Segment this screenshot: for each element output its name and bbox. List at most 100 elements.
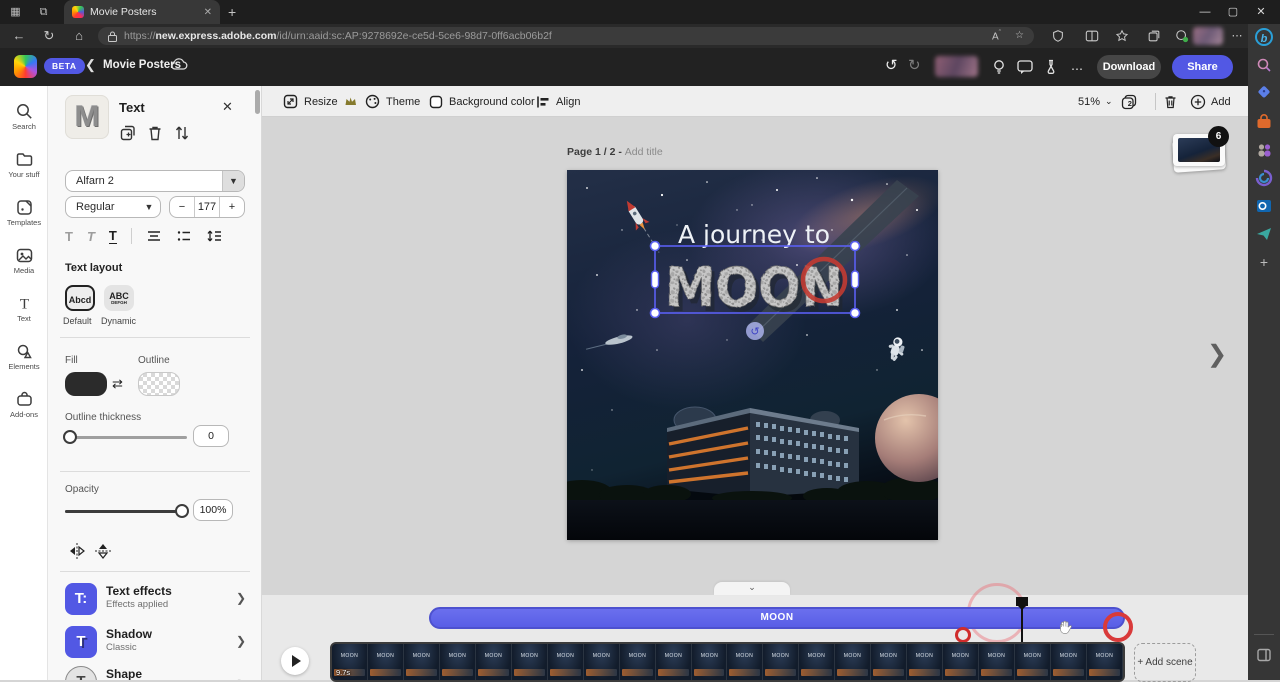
background-color-button[interactable]: Background color [429, 86, 535, 117]
film-frame[interactable]: MOON [943, 644, 979, 680]
flip-horizontal-icon[interactable] [68, 542, 86, 560]
download-button[interactable]: Download [1097, 55, 1161, 79]
selection-handle-w[interactable] [652, 271, 659, 288]
opacity-slider[interactable] [65, 510, 187, 513]
shield-icon[interactable] [1050, 29, 1066, 43]
favorite-star-icon[interactable]: ☆ [1015, 30, 1024, 42]
next-page-button[interactable]: ❯ [1207, 340, 1227, 369]
film-frame[interactable]: MOON [763, 644, 799, 680]
outline-thickness-value[interactable]: 0 [193, 425, 229, 447]
font-size-value[interactable]: 177 [194, 197, 220, 217]
font-family-select[interactable]: Alfarn 2 ▼ [65, 170, 245, 192]
new-tab-button[interactable]: + [228, 4, 236, 20]
selection-handle-ne[interactable] [851, 242, 860, 251]
share-button[interactable]: Share [1172, 55, 1233, 79]
sidebar-item-text[interactable]: T Text [0, 292, 48, 336]
timeline-collapse-button[interactable]: ⌄ [714, 582, 790, 595]
shape-row[interactable]: T Shape ❯ [58, 664, 252, 680]
tab-close-icon[interactable]: ✕ [204, 7, 212, 18]
refresh-icon[interactable]: ↻ [40, 28, 58, 44]
poster-moon-text[interactable]: MOON [665, 256, 843, 319]
align-button[interactable]: Align [536, 86, 580, 117]
swap-fill-outline-icon[interactable]: ⇄ [112, 376, 123, 392]
shadow-row[interactable]: T Shadow Classic ❯ [58, 624, 252, 664]
comment-icon[interactable] [1016, 58, 1034, 76]
window-maximize-button[interactable]: ▢ [1220, 4, 1246, 20]
games-icon[interactable] [1255, 113, 1273, 131]
film-frame[interactable]: MOON [1015, 644, 1051, 680]
tab-actions-icon[interactable]: ⧉ [36, 5, 51, 19]
selection-handle-e[interactable] [852, 271, 859, 288]
sidebar-add-icon[interactable]: + [1255, 253, 1273, 271]
sidebar-item-media[interactable]: Media [0, 244, 48, 288]
bing-icon[interactable]: b [1255, 28, 1273, 46]
people-icon[interactable] [1255, 141, 1273, 159]
selection-handle-se[interactable] [851, 309, 860, 318]
film-frame[interactable]: MOON [727, 644, 763, 680]
layer-order-icon[interactable] [173, 124, 191, 142]
panel-scrollbar[interactable] [255, 90, 260, 114]
window-minimize-button[interactable]: — [1192, 4, 1218, 20]
text-align-button[interactable] [146, 229, 162, 243]
font-size-decrease[interactable]: − [170, 197, 194, 217]
film-frame[interactable]: MOON [907, 644, 943, 680]
poster-subtitle-text[interactable]: A journey to [678, 220, 830, 249]
film-frame[interactable]: MOON [548, 644, 584, 680]
back-to-home-icon[interactable]: ❮ [85, 57, 96, 73]
line-spacing-button[interactable] [206, 229, 222, 243]
film-frame[interactable]: MOON [476, 644, 512, 680]
film-frame[interactable]: MOON [979, 644, 1015, 680]
redo-icon[interactable]: ↻ [908, 57, 921, 75]
film-frame[interactable]: MOON [512, 644, 548, 680]
favorites-bar-icon[interactable] [1114, 29, 1130, 43]
pages-button[interactable]: 2 [1120, 86, 1138, 117]
film-frame[interactable]: MOON [1087, 644, 1123, 680]
window-close-button[interactable]: ✕ [1248, 4, 1274, 20]
sidebar-item-search[interactable]: Search [0, 100, 48, 144]
italic-button[interactable]: T [87, 229, 95, 244]
film-frame[interactable]: MOON [440, 644, 476, 680]
pages-stack-widget[interactable]: 6 [1167, 126, 1229, 174]
outlook-icon[interactable] [1255, 197, 1273, 215]
outline-color-swatch[interactable] [138, 372, 180, 396]
underline-button[interactable]: T [109, 228, 117, 244]
browser-tab[interactable]: Movie Posters ✕ [64, 0, 220, 24]
lightbulb-icon[interactable] [990, 58, 1008, 76]
sidebar-settings-icon[interactable] [1255, 646, 1273, 664]
delete-page-button[interactable] [1163, 86, 1178, 117]
beaker-icon[interactable] [1042, 58, 1060, 76]
filmstrip[interactable]: MOON 9.7s MOON MOON MOON MOON M [330, 642, 1125, 682]
sidebar-item-your-stuff[interactable]: Your stuff [0, 148, 48, 192]
sidebar-search-icon[interactable] [1255, 56, 1273, 74]
film-frame[interactable]: MOON [368, 644, 404, 680]
profile-avatar[interactable] [1193, 27, 1223, 45]
film-frame[interactable]: MOON [799, 644, 835, 680]
font-weight-select[interactable]: Regular ▼ [65, 196, 161, 218]
designer-icon[interactable] [1255, 169, 1273, 187]
url-field[interactable]: https://new.express.adobe.com/id/urn:aai… [98, 27, 1034, 45]
back-icon[interactable]: ← [10, 28, 28, 44]
fill-color-swatch[interactable] [65, 372, 107, 396]
film-frame[interactable]: MOON [1051, 644, 1087, 680]
opacity-value[interactable]: 100% [193, 499, 233, 521]
playhead-handle[interactable] [1016, 597, 1028, 606]
browser-essentials-icon[interactable] [1174, 29, 1190, 43]
adobe-express-logo[interactable] [14, 55, 37, 78]
sidebar-item-templates[interactable]: Templates [0, 196, 48, 240]
film-frame[interactable]: MOON [692, 644, 728, 680]
poster-page[interactable]: A journey to MOON MOON ↺ [567, 170, 938, 540]
page-label[interactable]: Page 1 / 2 - Add title [567, 146, 663, 158]
film-frame[interactable]: MOON [871, 644, 907, 680]
home-icon[interactable]: ⌂ [70, 28, 88, 44]
browser-menu-icon[interactable]: ⋯ [1228, 28, 1246, 44]
film-frame[interactable]: MOON [404, 644, 440, 680]
read-aloud-icon[interactable]: Aˆ [992, 30, 1001, 42]
sidebar-item-add-ons[interactable]: Add-ons [0, 388, 48, 432]
font-size-increase[interactable]: + [220, 197, 244, 217]
panel-close-icon[interactable]: ✕ [222, 99, 233, 115]
sidebar-item-elements[interactable]: Elements [0, 340, 48, 384]
film-frame[interactable]: MOON [656, 644, 692, 680]
resize-button[interactable]: Resize [283, 86, 357, 117]
theme-button[interactable]: Theme [365, 86, 420, 117]
selection-handle-nw[interactable] [651, 242, 660, 251]
